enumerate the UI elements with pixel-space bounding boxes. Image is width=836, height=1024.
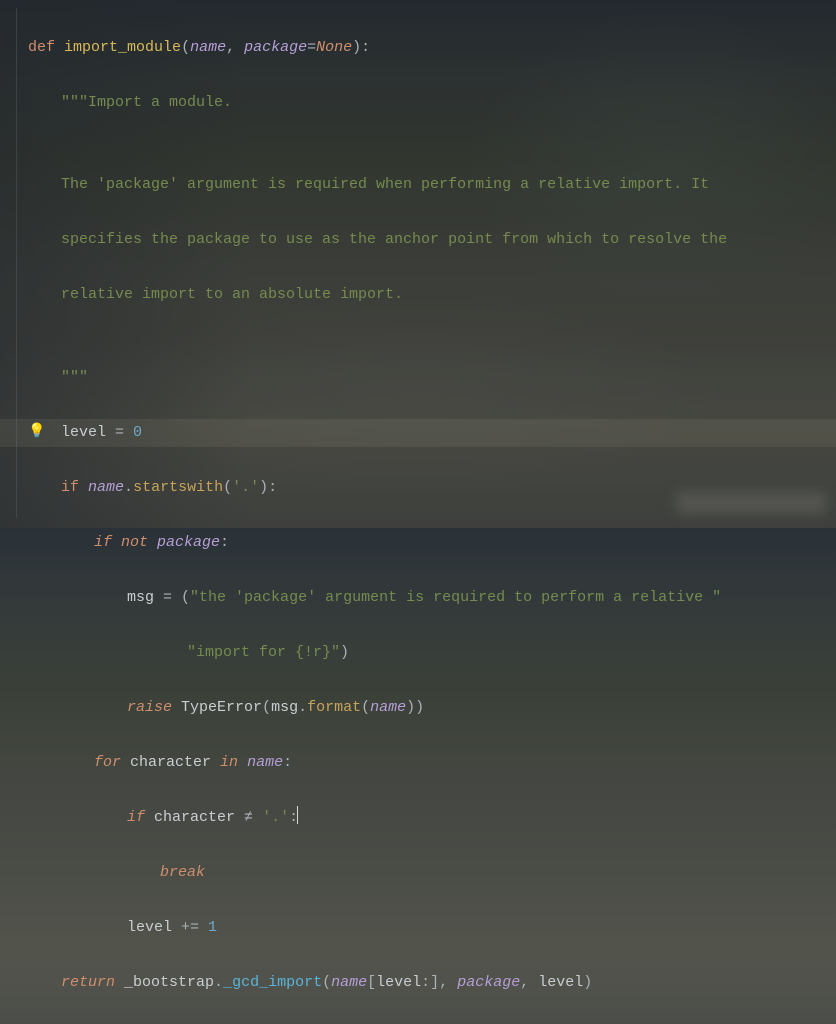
- blurred-region: [676, 492, 826, 514]
- code-line: raise TypeError(msg.format(name)): [28, 694, 828, 722]
- text-caret: [297, 806, 298, 824]
- code-line: if character ≠ '.':: [28, 804, 828, 832]
- code-line: level = 0: [28, 419, 828, 447]
- code-line: relative import to an absolute import.: [28, 281, 828, 309]
- code-line: "import for {!r}"): [28, 639, 828, 667]
- code-line: msg = ("the 'package' argument is requir…: [28, 584, 828, 612]
- code-line: specifies the package to use as the anch…: [28, 226, 828, 254]
- code-line: if not package:: [28, 529, 828, 557]
- code-line: def import_module(name, package=None):: [28, 34, 828, 62]
- code-line: for character in name:: [28, 749, 828, 777]
- code-line: """Import a module.: [28, 89, 828, 117]
- code-line: level += 1: [28, 914, 828, 942]
- editor-gutter: [0, 0, 32, 528]
- fold-guide: [16, 8, 17, 518]
- intention-bulb-icon[interactable]: 💡: [28, 419, 45, 447]
- code-line: break: [28, 859, 828, 887]
- code-line: The 'package' argument is required when …: [28, 171, 828, 199]
- code-editor[interactable]: def import_module(name, package=None): "…: [28, 6, 828, 1024]
- code-line: return _bootstrap._gcd_import(name[level…: [28, 969, 828, 997]
- code-line: """: [28, 364, 828, 392]
